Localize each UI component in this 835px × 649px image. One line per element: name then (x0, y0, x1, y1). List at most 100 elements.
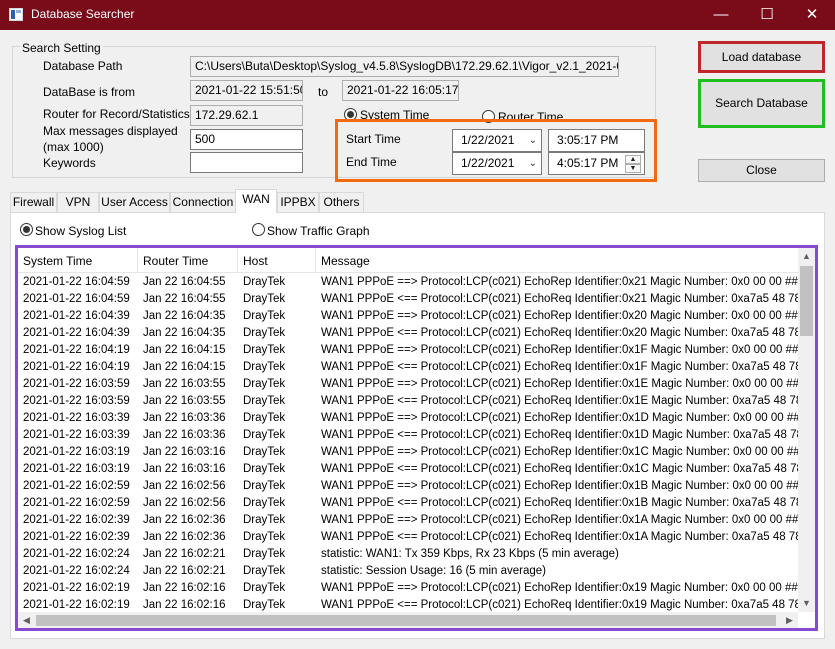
end-time-value: 4:05:17 PM (557, 156, 619, 170)
table-row[interactable]: 2021-01-22 16:02:59 Jan 22 16:02:56 DrayTe… (18, 478, 798, 495)
tab-firewall[interactable]: Firewall (10, 192, 57, 212)
row-router-time: Jan 22 16:03:36 (143, 429, 226, 441)
table-row[interactable]: 2021-01-22 16:03:19 Jan 22 16:03:16 DrayTe… (18, 444, 798, 461)
table-row[interactable]: 2021-01-22 16:03:19 Jan 22 16:03:16 DrayTe… (18, 461, 798, 478)
scroll-left-icon[interactable]: ◀ (18, 612, 35, 628)
scroll-down-icon[interactable]: ▼ (798, 595, 815, 612)
table-row[interactable]: 2021-01-22 16:04:39 Jan 22 16:04:35 DrayTe… (18, 325, 798, 342)
end-time-picker[interactable]: 4:05:17 PM ▲ ▼ (548, 152, 645, 175)
spin-up-icon[interactable]: ▲ (625, 155, 641, 164)
scroll-up-icon[interactable]: ▲ (798, 248, 815, 265)
maximize-button[interactable]: ☐ (744, 0, 790, 30)
table-row[interactable]: 2021-01-22 16:04:59 Jan 22 16:04:55 DrayTe… (18, 274, 798, 291)
router-field[interactable]: 172.29.62.1 (190, 105, 303, 126)
db-path-label: Database Path (43, 59, 123, 73)
row-host: DrayTek (243, 327, 286, 339)
tab-others[interactable]: Others (319, 192, 364, 212)
row-router-time: Jan 22 16:04:35 (143, 310, 226, 322)
row-host: DrayTek (243, 395, 286, 407)
table-row[interactable]: 2021-01-22 16:04:39 Jan 22 16:04:35 DrayTe… (18, 308, 798, 325)
title-bar[interactable]: Database Searcher — ☐ ✕ (0, 0, 835, 30)
scroll-right-icon[interactable]: ▶ (781, 612, 798, 628)
row-message: WAN1 PPPoE ==> Protocol:LCP(c021) EchoRe… (321, 344, 798, 356)
row-message: WAN1 PPPoE <== Protocol:LCP(c021) EchoRe… (321, 429, 798, 441)
show-traffic-graph-radio[interactable] (252, 223, 265, 236)
keywords-input[interactable] (190, 152, 303, 173)
row-router-time: Jan 22 16:03:36 (143, 412, 226, 424)
row-host: DrayTek (243, 361, 286, 373)
spin-down-icon[interactable]: ▼ (625, 164, 641, 173)
horizontal-scrollbar[interactable]: ◀ ▶ (18, 612, 798, 628)
show-syslog-list-radio[interactable] (20, 223, 33, 236)
row-message: WAN1 PPPoE ==> Protocol:LCP(c021) EchoRe… (321, 446, 798, 458)
max-messages-input[interactable]: 500 (190, 129, 303, 150)
minimize-button[interactable]: — (698, 0, 744, 30)
tab-connection[interactable]: Connection (170, 192, 236, 212)
close-button[interactable]: Close (698, 159, 825, 182)
show-traffic-graph-label[interactable]: Show Traffic Graph (267, 224, 370, 238)
row-host: DrayTek (243, 565, 286, 577)
row-message: WAN1 PPPoE <== Protocol:LCP(c021) EchoRe… (321, 293, 798, 305)
row-message: WAN1 PPPoE ==> Protocol:LCP(c021) EchoRe… (321, 582, 798, 594)
vertical-scroll-thumb[interactable] (800, 266, 813, 336)
table-row[interactable]: 2021-01-22 16:03:59 Jan 22 16:03:55 DrayTe… (18, 376, 798, 393)
chevron-down-icon: ⌄ (528, 158, 537, 169)
start-date-picker[interactable]: 1/22/2021 ⌄ (452, 129, 542, 152)
app-icon (9, 8, 23, 21)
row-system-time: 2021-01-22 16:04:19 (23, 344, 130, 356)
row-router-time: Jan 22 16:03:55 (143, 395, 226, 407)
row-message: WAN1 PPPoE <== Protocol:LCP(c021) EchoRe… (321, 395, 798, 407)
table-row[interactable]: 2021-01-22 16:02:24 Jan 22 16:02:21 DrayTe… (18, 546, 798, 563)
table-row[interactable]: 2021-01-22 16:02:19 Jan 22 16:02:16 DrayTe… (18, 580, 798, 597)
horizontal-scroll-thumb[interactable] (36, 615, 776, 626)
row-host: DrayTek (243, 310, 286, 322)
start-time-picker[interactable]: 3:05:17 PM (548, 129, 645, 152)
table-row[interactable]: 2021-01-22 16:02:39 Jan 22 16:02:36 DrayTe… (18, 512, 798, 529)
table-row[interactable]: 2021-01-22 16:02:59 Jan 22 16:02:56 DrayTe… (18, 495, 798, 512)
row-message: WAN1 PPPoE ==> Protocol:LCP(c021) EchoRe… (321, 514, 798, 526)
row-host: DrayTek (243, 514, 286, 526)
row-router-time: Jan 22 16:03:16 (143, 463, 226, 475)
row-router-time: Jan 22 16:03:16 (143, 446, 226, 458)
close-window-button[interactable]: ✕ (789, 0, 835, 30)
row-host: DrayTek (243, 429, 286, 441)
db-to-field[interactable]: 2021-01-22 16:05:17 (342, 80, 459, 101)
table-row[interactable]: 2021-01-22 16:02:39 Jan 22 16:02:36 DrayTe… (18, 529, 798, 546)
load-database-button[interactable]: Load database (698, 41, 825, 73)
row-message: WAN1 PPPoE <== Protocol:LCP(c021) EchoRe… (321, 497, 798, 509)
col-router-time[interactable]: Router Time (138, 248, 238, 272)
col-host[interactable]: Host (238, 248, 316, 272)
start-time-label: Start Time (346, 132, 401, 146)
start-time-value: 3:05:17 PM (557, 133, 619, 147)
row-system-time: 2021-01-22 16:04:39 (23, 327, 130, 339)
db-path-field[interactable]: C:\Users\Buta\Desktop\Syslog_v4.5.8\Sysl… (190, 56, 619, 77)
table-row[interactable]: 2021-01-22 16:03:39 Jan 22 16:03:36 DrayTe… (18, 410, 798, 427)
table-row[interactable]: 2021-01-22 16:04:19 Jan 22 16:04:15 DrayTe… (18, 342, 798, 359)
row-router-time: Jan 22 16:04:55 (143, 276, 226, 288)
row-system-time: 2021-01-22 16:02:24 (23, 565, 130, 577)
row-router-time: Jan 22 16:04:15 (143, 361, 226, 373)
row-host: DrayTek (243, 531, 286, 543)
table-row[interactable]: 2021-01-22 16:04:19 Jan 22 16:04:15 DrayTe… (18, 359, 798, 376)
tab-user-access[interactable]: User Access (99, 192, 170, 212)
col-message[interactable]: Message (316, 248, 798, 272)
tab-ippbx[interactable]: IPPBX (277, 192, 319, 212)
row-router-time: Jan 22 16:02:56 (143, 497, 226, 509)
table-row[interactable]: 2021-01-22 16:03:39 Jan 22 16:03:36 DrayTe… (18, 427, 798, 444)
tab-vpn[interactable]: VPN (57, 192, 99, 212)
row-message: WAN1 PPPoE <== Protocol:LCP(c021) EchoRe… (321, 361, 798, 373)
search-database-button[interactable]: Search Database (698, 79, 825, 128)
vertical-scrollbar[interactable]: ▲ ▼ (798, 248, 815, 612)
end-date-picker[interactable]: 1/22/2021 ⌄ (452, 152, 542, 175)
table-row[interactable]: 2021-01-22 16:02:24 Jan 22 16:02:21 DrayTe… (18, 563, 798, 580)
row-message: WAN1 PPPoE ==> Protocol:LCP(c021) EchoRe… (321, 480, 798, 492)
col-system-time[interactable]: System Time (18, 248, 138, 272)
tab-wan[interactable]: WAN (235, 189, 277, 213)
show-syslog-list-label[interactable]: Show Syslog List (35, 224, 126, 238)
row-host: DrayTek (243, 276, 286, 288)
db-from-field[interactable]: 2021-01-22 15:51:50 (190, 80, 303, 101)
row-system-time: 2021-01-22 16:03:19 (23, 446, 130, 458)
table-row[interactable]: 2021-01-22 16:03:59 Jan 22 16:03:55 DrayTe… (18, 393, 798, 410)
table-row[interactable]: 2021-01-22 16:04:59 Jan 22 16:04:55 DrayTe… (18, 291, 798, 308)
syslog-list[interactable]: System Time Router Time Host Message 202… (15, 245, 818, 631)
